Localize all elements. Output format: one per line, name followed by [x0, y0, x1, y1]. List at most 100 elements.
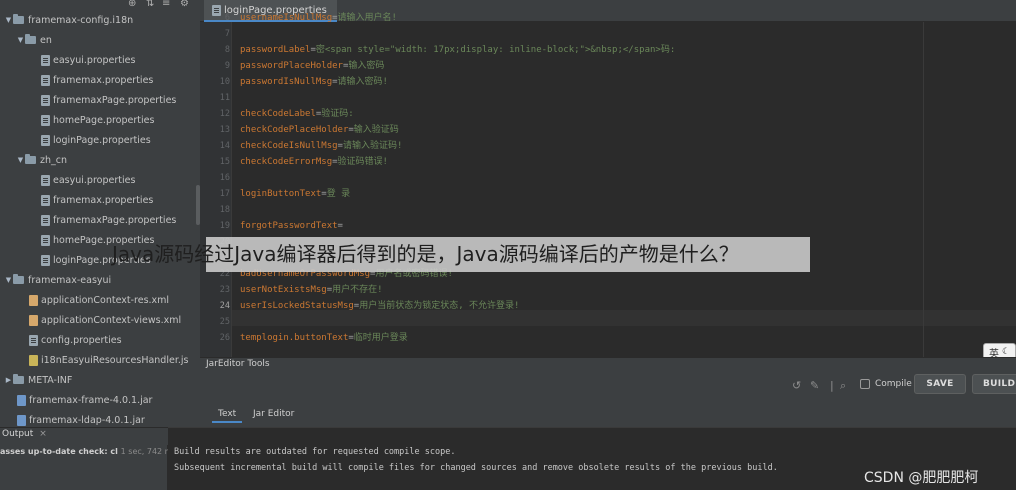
tree-item-label: framemax-frame-4.0.1.jar [29, 394, 153, 406]
bottom-tab-bar [200, 405, 1016, 427]
chevron-down-icon[interactable]: ▼ [4, 276, 13, 284]
property-key: passwordLabel [240, 45, 311, 55]
compile-option[interactable]: Compile [860, 377, 912, 391]
tree-item[interactable]: easyui.properties [0, 170, 200, 190]
line-number: 13 [219, 125, 230, 135]
code-line[interactable]: loginButtonText=登 录 [240, 186, 350, 202]
ide-window: ⊕ ⇅ ≡ ⚙ ▼ framemax-config.i18n ▼ en easyui.p… [0, 0, 1016, 490]
code-line[interactable]: checkCodePlaceHolder=输入验证码 [240, 122, 399, 138]
folder-icon [25, 154, 36, 164]
expand-all-icon[interactable]: ⊕ [128, 0, 136, 9]
output-title: Output [2, 429, 34, 439]
properties-file-icon [41, 254, 50, 266]
output-build-entry-label: asses up-to-date check: cl [0, 447, 118, 456]
code-line[interactable]: passwordPlaceHolder=输入密码 [240, 58, 384, 74]
tree-item[interactable]: framemaxPage.properties [0, 90, 200, 110]
code-line[interactable]: userIsLockedStatusMsg=用户当前状态为锁定状态, 不允许登录… [240, 298, 519, 314]
search-icon[interactable]: ⌕ [840, 379, 846, 393]
folder-icon [13, 374, 24, 384]
tree-item[interactable]: framemax.properties [0, 70, 200, 90]
close-icon[interactable]: × [39, 429, 47, 439]
tree-item-label: META-INF [28, 374, 73, 386]
properties-file-icon [41, 214, 50, 226]
tree-item-label: framemax.properties [53, 194, 154, 206]
code-line[interactable]: passwordLabel=密<span style="width: 17px;… [240, 42, 675, 58]
tree-item[interactable]: ▼ framemax-easyui [0, 270, 200, 290]
tree-item[interactable]: ▼ en [0, 30, 200, 50]
collapse-all-icon[interactable]: ⇅ [146, 0, 154, 9]
build-jar-button[interactable]: BUILD JA [972, 374, 1016, 394]
chevron-down-icon[interactable]: ▼ [16, 36, 25, 44]
watermark: CSDN @肥肥肥柯 [864, 470, 979, 486]
code-line[interactable]: forgotPasswordText= [240, 218, 343, 234]
chevron-down-icon[interactable]: ▼ [4, 16, 13, 24]
jar-file-icon [17, 414, 26, 426]
output-title-bar: Output × [2, 429, 47, 439]
output-line: Build results are outdated for requested… [174, 447, 456, 457]
line-number: 7 [224, 29, 230, 39]
line-number: 11 [219, 93, 230, 103]
property-key: usernameIsNullMsg [240, 13, 333, 23]
tree-item-label: easyui.properties [53, 174, 136, 186]
properties-file-icon [41, 114, 50, 126]
folder-icon [25, 34, 36, 44]
undo-icon[interactable]: ↺ [792, 379, 801, 392]
tab-text[interactable]: Text [212, 405, 243, 423]
folder-icon [13, 274, 24, 284]
property-value: 密<span style="width: 17px;display: inlin… [315, 45, 676, 55]
output-build-entry[interactable]: asses up-to-date check: cl 1 sec, 742 ms [0, 447, 177, 456]
tree-item-label: en [40, 34, 52, 46]
line-number: 6 [224, 13, 230, 23]
line-number: 10 [219, 77, 230, 87]
line-number: 15 [219, 157, 230, 167]
save-button[interactable]: SAVE [914, 374, 966, 394]
tree-item[interactable]: framemaxPage.properties [0, 210, 200, 230]
tree-item-label: homePage.properties [53, 114, 155, 126]
tree-item[interactable]: ▼ zh_cn [0, 150, 200, 170]
code-line[interactable]: checkCodeLabel=验证码: [240, 106, 354, 122]
properties-file-icon [41, 174, 50, 186]
property-key: checkCodeIsNullMsg [240, 141, 338, 151]
code-line[interactable]: checkCodeErrorMsg=验证码错误! [240, 154, 388, 170]
property-value: 临时用户登录 [353, 333, 408, 343]
line-number: 17 [219, 189, 230, 199]
tree-item[interactable]: framemax.properties [0, 190, 200, 210]
compile-checkbox[interactable] [860, 379, 870, 389]
right-margin-guide [923, 22, 924, 357]
tree-item[interactable]: applicationContext-res.xml [0, 290, 200, 310]
tree-item-label: i18nEasyuiResourcesHandler.js [41, 354, 189, 366]
code-line[interactable]: templogin.buttonText=临时用户登录 [240, 330, 408, 346]
clean-icon[interactable]: ✎ [810, 379, 819, 392]
compile-label: Compile [875, 379, 912, 389]
ime-moon-icon: ☾ [1001, 347, 1011, 357]
chevron-down-icon[interactable]: ▼ [16, 156, 25, 164]
js-file-icon [29, 354, 38, 366]
property-key: forgotPasswordText [240, 221, 338, 231]
chevron-right-icon[interactable]: ▶ [4, 376, 13, 384]
tree-item[interactable]: homePage.properties [0, 110, 200, 130]
tree-item[interactable]: ▶ META-INF [0, 370, 200, 390]
property-value: 请输入验证码! [342, 141, 403, 151]
gear-icon[interactable]: ⚙ [180, 0, 189, 9]
code-line[interactable]: checkCodeIsNullMsg=请输入验证码! [240, 138, 402, 154]
property-key: templogin.buttonText [240, 333, 349, 343]
code-line[interactable]: usernameIsNullMsg=请输入用户名! [240, 10, 397, 26]
tree-item-label: framemax-ldap-4.0.1.jar [29, 414, 145, 426]
tree-item[interactable]: easyui.properties [0, 50, 200, 70]
tree-item[interactable]: applicationContext-views.xml [0, 310, 200, 330]
tree-item[interactable]: ▼ framemax-config.i18n [0, 10, 200, 30]
tree-item[interactable]: loginPage.properties [0, 130, 200, 150]
line-number: 18 [219, 205, 230, 215]
separator-icon: | [830, 379, 834, 392]
properties-file-icon [41, 194, 50, 206]
tree-item[interactable]: config.properties [0, 330, 200, 350]
code-line[interactable]: passwordIsNullMsg=请输入密码! [240, 74, 388, 90]
line-number: 25 [219, 317, 230, 327]
tree-item-label: config.properties [41, 334, 122, 346]
locate-icon[interactable]: ≡ [162, 0, 170, 9]
tab-jar-editor[interactable]: Jar Editor [247, 405, 300, 423]
code-line[interactable]: userNotExistsMsg=用户不存在! [240, 282, 383, 298]
tree-item[interactable]: framemax-frame-4.0.1.jar [0, 390, 200, 410]
tree-item[interactable]: i18nEasyuiResourcesHandler.js [0, 350, 200, 370]
property-value: 验证码: [321, 109, 354, 119]
